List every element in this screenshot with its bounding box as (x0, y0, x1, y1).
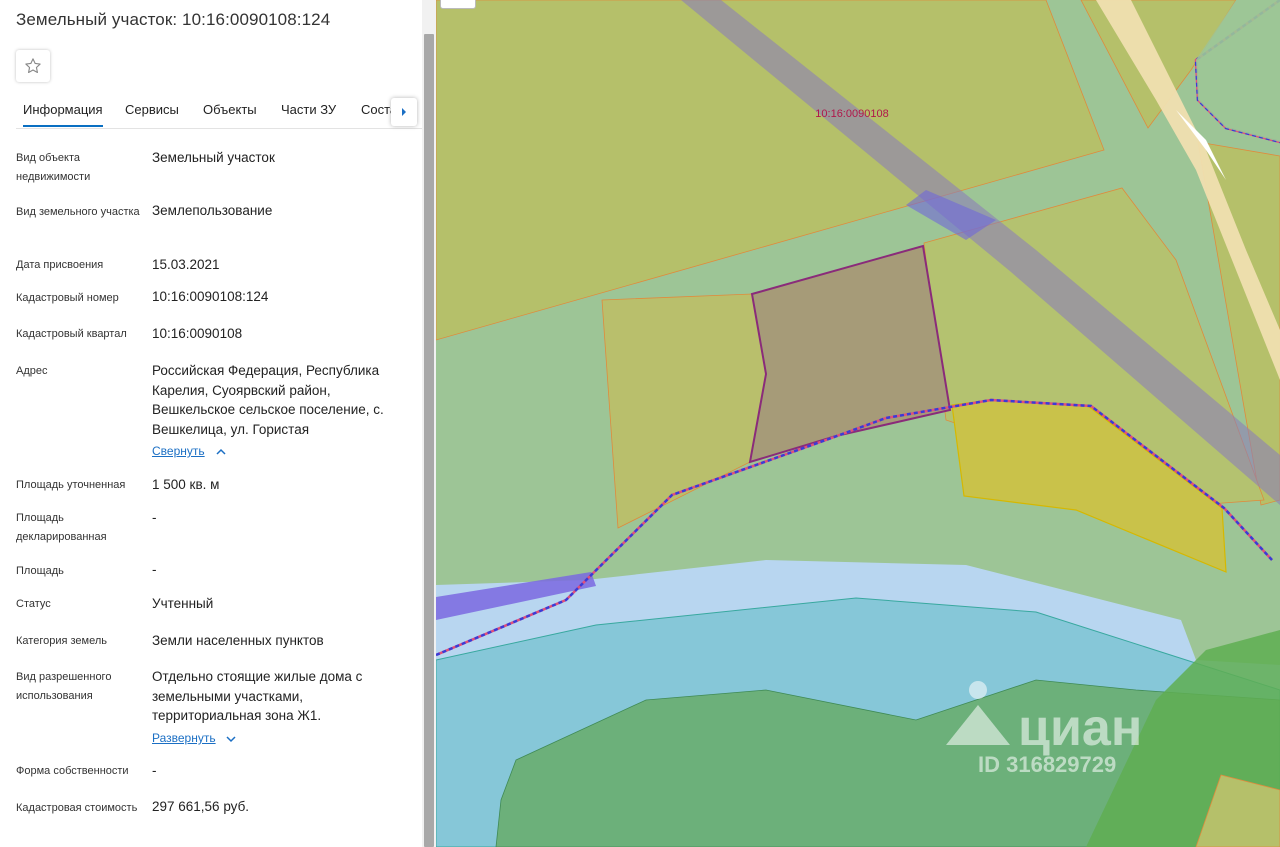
watermark-brand: циан (1018, 699, 1142, 757)
info-panel: Земельный участок: 10:16:0090108:124 Инф… (0, 0, 422, 847)
map-zoom-control[interactable] (440, 0, 476, 9)
tab-parts[interactable]: Части ЗУ (281, 102, 336, 125)
tab-bar: Информация Сервисы Объекты Части ЗУ Сост… (16, 100, 422, 129)
category-value: Земли населенных пунктов (152, 633, 324, 648)
cad-value-value: 297 661,56 руб. (152, 799, 250, 814)
caret-right-icon (402, 108, 406, 116)
watermark-id: ID 316829729 (978, 752, 1116, 777)
cadastral-map[interactable]: 10:16:0090108 циан ID 316829729 (436, 0, 1280, 847)
tabs-next-button[interactable] (391, 98, 417, 126)
plot-type-label: Вид земельного участка (16, 206, 140, 218)
date-label: Дата присвоения (16, 259, 104, 271)
ownership-label: Форма собственности (16, 765, 129, 777)
address-label: Адрес (16, 365, 48, 377)
permitted-use-value: Отдельно стоящие жилые дома с земельными… (152, 669, 363, 723)
plot-type-value: Землепользование (152, 203, 273, 218)
category-label: Категория земель (16, 635, 107, 647)
collapse-link[interactable]: Свернуть (152, 444, 205, 458)
page-title: Земельный участок: 10:16:0090108:124 (16, 10, 331, 29)
tab-info[interactable]: Информация (23, 102, 103, 127)
tab-services[interactable]: Сервисы (125, 102, 179, 125)
chevron-down-icon[interactable] (226, 735, 236, 743)
expand-link[interactable]: Развернуть (152, 731, 216, 745)
favorite-button[interactable] (16, 50, 50, 82)
date-value: 15.03.2021 (152, 257, 220, 272)
address-value: Российская Федерация, Республика Карелия… (152, 363, 384, 437)
star-outline-icon (25, 58, 41, 74)
tab-objects[interactable]: Объекты (203, 102, 257, 125)
quarter-label: 10:16:0090108 (815, 108, 888, 120)
area-refined-value: 1 500 кв. м (152, 477, 220, 492)
status-label: Статус (16, 598, 51, 610)
chevron-up-icon[interactable] (216, 448, 226, 456)
area-declared-value: - (152, 510, 157, 525)
cad-number-label: Кадастровый номер (16, 292, 119, 304)
permitted-use-label: Вид разрешенного использования (16, 671, 112, 702)
cad-quarter-value: 10:16:0090108 (152, 326, 243, 341)
area-value: - (152, 562, 157, 577)
object-type-value: Земельный участок (152, 150, 275, 165)
ownership-value: - (152, 763, 157, 778)
cad-number-value: 10:16:0090108:124 (152, 289, 269, 304)
panel-scroll-thumb[interactable] (424, 34, 434, 847)
object-type-label: Вид объекта недвижимости (16, 152, 91, 183)
cad-quarter-label: Кадастровый квартал (16, 328, 127, 340)
area-refined-label: Площадь уточненная (16, 479, 126, 491)
map-canvas[interactable]: 10:16:0090108 циан ID 316829729 (436, 0, 1280, 847)
area-declared-label: Площадь декларированная (16, 512, 107, 543)
cad-value-label: Кадастровая стоимость (16, 802, 138, 814)
area-label: Площадь (16, 565, 64, 577)
status-value: Учтенный (152, 596, 214, 611)
